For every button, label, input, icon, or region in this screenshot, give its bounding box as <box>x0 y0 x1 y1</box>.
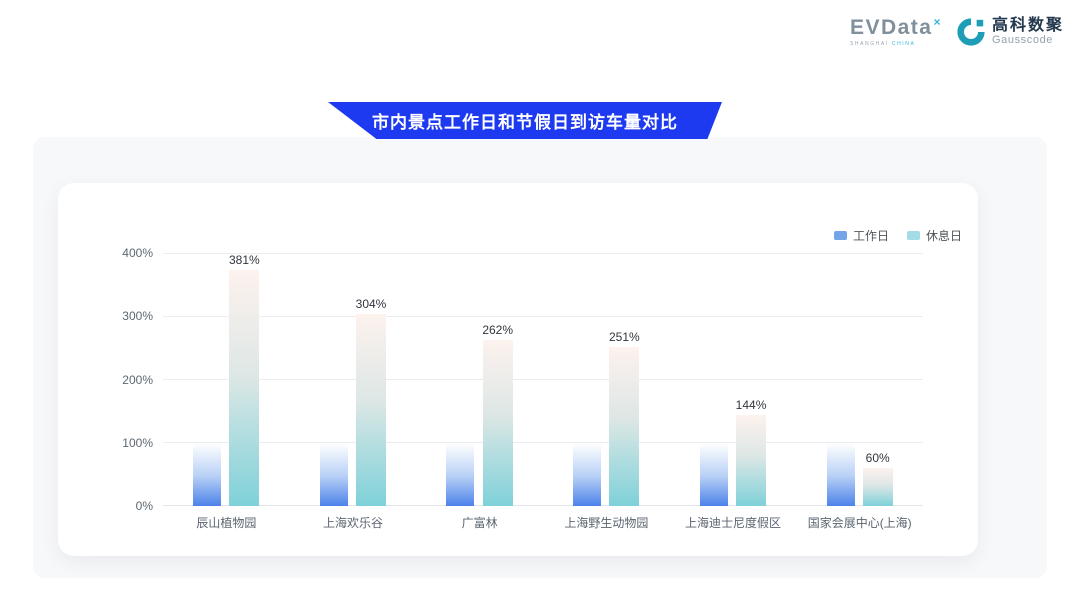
evdata-text: EVData <box>850 16 933 39</box>
x-axis-label-广富林: 广富林 <box>416 514 543 531</box>
bar-column: 60% <box>863 253 893 506</box>
x-axis-label-上海野生动物园: 上海野生动物园 <box>543 514 670 531</box>
value-label-60%: 60% <box>866 451 890 465</box>
bar-group-2: 262% <box>416 253 543 506</box>
y-axis-tick-300%: 300% <box>93 309 153 323</box>
bar-休息日-辰山植物园[interactable] <box>229 270 259 506</box>
bar-工作日-上海野生动物园[interactable] <box>573 443 601 506</box>
bar-column <box>193 253 221 506</box>
y-axis-tick-200%: 200% <box>93 373 153 387</box>
gausscode-logo: 高科数聚 Gausscode <box>956 17 1064 47</box>
bar-休息日-广富林[interactable] <box>483 340 513 506</box>
chart-card: 工作日 休息日 0% 100% 200% 300% 400% 381% 304% 262% 251… <box>58 183 978 556</box>
bar-column <box>446 253 474 506</box>
legend-label: 工作日 <box>853 227 889 244</box>
evdata-tagline: SHANGHAI CHINA <box>850 41 915 47</box>
legend-label: 休息日 <box>926 227 962 244</box>
x-axis-label-辰山植物园: 辰山植物园 <box>163 514 290 531</box>
bar-group-0: 381% <box>163 253 290 506</box>
evdata-wordmark: EVData× <box>850 16 942 38</box>
x-axis-label-上海欢乐谷: 上海欢乐谷 <box>290 514 417 531</box>
bar-column <box>320 253 348 506</box>
page-title: 市内景点工作日和节假日到访车量对比 <box>372 108 678 133</box>
y-axis-tick-400%: 400% <box>93 246 153 260</box>
chart-legend: 工作日 休息日 <box>834 227 962 244</box>
legend-item-0[interactable]: 工作日 <box>834 227 889 244</box>
y-axis-tick-0%: 0% <box>93 499 153 513</box>
bar-groups: 381% 304% 262% 251% 144% 60% <box>163 253 923 506</box>
bar-休息日-上海野生动物园[interactable] <box>609 347 639 506</box>
bar-工作日-国家会展中心(上海)[interactable] <box>827 443 855 506</box>
gausscode-name-cn: 高科数聚 <box>992 17 1064 35</box>
value-label-144%: 144% <box>736 398 767 412</box>
bar-group-4: 144% <box>670 253 797 506</box>
bar-column <box>700 253 728 506</box>
bar-group-1: 304% <box>290 253 417 506</box>
value-label-251%: 251% <box>609 330 640 344</box>
bar-休息日-上海欢乐谷[interactable] <box>356 314 386 506</box>
bar-column: 251% <box>609 253 640 506</box>
bar-工作日-上海迪士尼度假区[interactable] <box>700 443 728 506</box>
bar-休息日-国家会展中心(上海)[interactable] <box>863 468 893 506</box>
value-label-262%: 262% <box>482 323 513 337</box>
bar-工作日-辰山植物园[interactable] <box>193 443 221 506</box>
legend-swatch <box>907 231 920 240</box>
bar-column <box>573 253 601 506</box>
y-axis-tick-100%: 100% <box>93 436 153 450</box>
bar-column: 304% <box>356 253 387 506</box>
evdata-logo: EVData× SHANGHAI CHINA <box>850 16 942 47</box>
bar-工作日-上海欢乐谷[interactable] <box>320 443 348 506</box>
chart-title-banner: 市内景点工作日和节假日到访车量对比 <box>328 102 722 139</box>
legend-item-1[interactable]: 休息日 <box>907 227 962 244</box>
gausscode-g-icon <box>956 17 986 47</box>
evdata-x-mark: × <box>933 15 942 29</box>
x-axis-label-国家会展中心(上海): 国家会展中心(上海) <box>796 514 923 531</box>
brand-logos: EVData× SHANGHAI CHINA 高科数聚 Gausscode <box>850 16 1064 47</box>
bar-工作日-广富林[interactable] <box>446 443 474 506</box>
bar-column: 144% <box>736 253 767 506</box>
chart-plot-area: 0%100%200%300%400%381%304%262%251%144%60… <box>163 253 923 506</box>
bar-休息日-上海迪士尼度假区[interactable] <box>736 415 766 506</box>
content-panel: 工作日 休息日 0% 100% 200% 300% 400% 381% 304% 262% 251… <box>33 137 1047 578</box>
x-axis-label-上海迪士尼度假区: 上海迪士尼度假区 <box>670 514 797 531</box>
gausscode-name-en: Gausscode <box>992 34 1064 46</box>
bar-column: 381% <box>229 253 260 506</box>
bar-group-5: 60% <box>796 253 923 506</box>
legend-swatch <box>834 231 847 240</box>
bar-group-3: 251% <box>543 253 670 506</box>
bar-column <box>827 253 855 506</box>
value-label-381%: 381% <box>229 253 260 267</box>
bar-column: 262% <box>482 253 513 506</box>
value-label-304%: 304% <box>356 297 387 311</box>
x-axis-labels: 辰山植物园上海欢乐谷广富林上海野生动物园上海迪士尼度假区国家会展中心(上海) <box>163 514 923 531</box>
